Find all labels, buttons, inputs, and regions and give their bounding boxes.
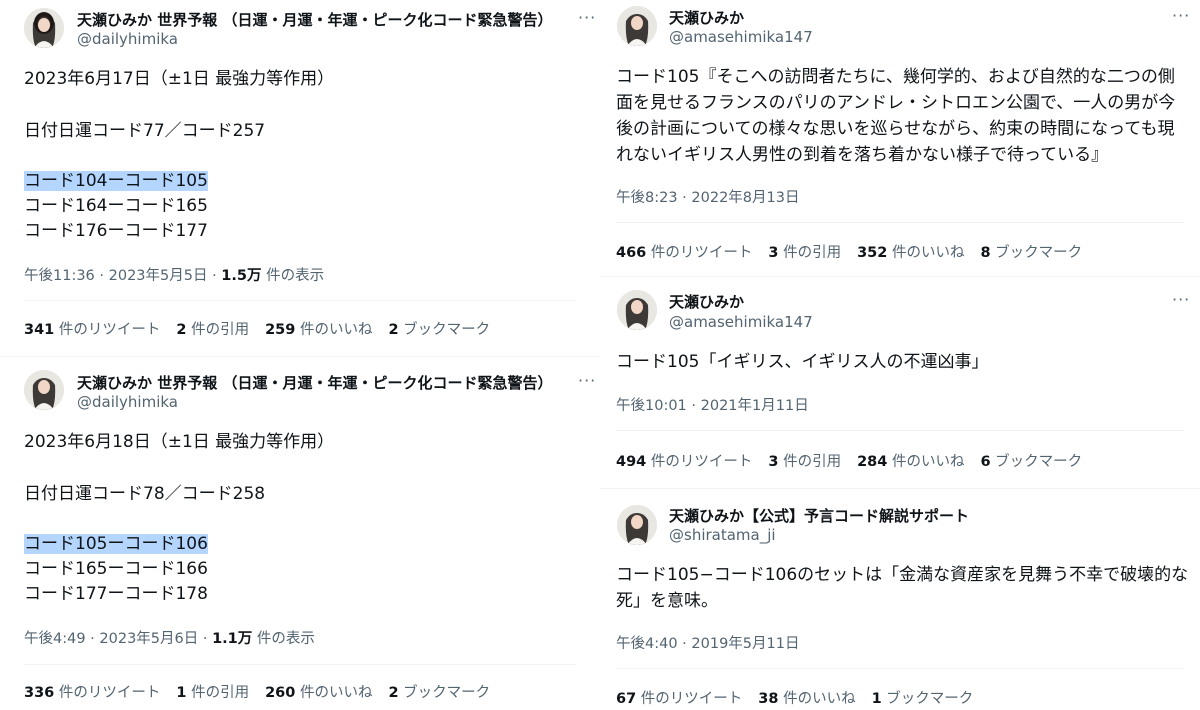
bookmarks-stat[interactable]: 6 ブックマーク xyxy=(980,454,1082,470)
bookmarks-stat[interactable]: 2 ブックマーク xyxy=(388,685,490,701)
tweet-text-line: コード105「イギリス、イギリス人の不運凶事」 xyxy=(616,352,989,372)
display-name[interactable]: 天瀬ひみか 世界予報 （日運・月運・年運・ピーク化コード緊急警告） xyxy=(77,9,552,30)
retweets-stat[interactable]: 466 件のリツイート xyxy=(616,245,752,261)
likes-stat[interactable]: 260 件のいいね xyxy=(265,685,372,701)
tweet-text-line: コード105ーコード106 xyxy=(24,531,208,557)
views-count: 1.1万 xyxy=(212,631,253,647)
engagement-stats: 341 件のリツイート 2 件の引用 259 件のいいね 2 ブックマーク xyxy=(24,318,506,339)
likes-stat[interactable]: 284 件のいいね xyxy=(857,454,964,470)
tweet-text-line: コード105『そこへの訪問者たちに、幾何学的、および自然的な二つの側 xyxy=(616,67,1175,87)
avatar[interactable] xyxy=(24,8,64,48)
views-label: 件の表示 xyxy=(261,268,325,284)
user-handle[interactable]: @amasehimika147 xyxy=(669,313,813,331)
user-handle[interactable]: @dailyhimika xyxy=(77,30,178,48)
display-name[interactable]: 天瀬ひみか【公式】予言コード解説サポート xyxy=(669,505,969,526)
divider xyxy=(24,300,576,301)
tweet-text-line: コード177ーコード178 xyxy=(24,584,208,604)
likes-stat[interactable]: 38 件のいいね xyxy=(758,691,855,707)
timestamp-text[interactable]: 午後4:40 · 2019年5月11日 xyxy=(616,636,799,652)
avatar[interactable] xyxy=(617,505,657,545)
views-count: 1.5万 xyxy=(221,268,262,284)
divider xyxy=(24,664,576,665)
tweet-separator xyxy=(600,276,1200,277)
bookmarks-stat[interactable]: 1 ブックマーク xyxy=(872,691,974,707)
bookmarks-stat[interactable]: 2 ブックマーク xyxy=(388,322,490,338)
avatar-portrait-icon xyxy=(617,290,657,330)
tweet-text-line: 面を見せるフランスのパリのアンドレ・シトロエン公園で、一人の男が今 xyxy=(616,93,1176,113)
display-name[interactable]: 天瀬ひみか xyxy=(669,7,744,28)
avatar[interactable] xyxy=(617,6,657,46)
tweet-text-line: コード104ーコード105 xyxy=(24,168,208,194)
quotes-stat[interactable]: 1 件の引用 xyxy=(176,685,249,701)
tweet-text-line: 後の計画についての様々な思いを巡らせながら、約束の時間になっても現 xyxy=(616,119,1175,139)
tweet-3[interactable]: 天瀬ひみか @amasehimika147 ··· コード105『そこへの訪問者… xyxy=(600,0,1200,272)
divider xyxy=(616,668,1184,669)
tweet-text-line: れないイギリス人男性の到着を落ち着かない様子で待っている』 xyxy=(616,145,1109,165)
tweet-timestamp[interactable]: 午後4:49 · 2023年5月6日 · 1.1万 件の表示 xyxy=(24,627,315,648)
timestamp-text[interactable]: 午後4:49 · 2023年5月6日 · xyxy=(24,631,212,647)
tweet-timestamp[interactable]: 午後10:01 · 2021年1月11日 xyxy=(616,394,809,415)
divider xyxy=(616,430,1184,431)
bookmarks-stat[interactable]: 8 ブックマーク xyxy=(980,245,1082,261)
tweet-text-line: 2023年6月17日（±1日 最強力等作用） xyxy=(24,69,335,89)
tweet-timestamp[interactable]: 午後11:36 · 2023年5月5日 · 1.5万 件の表示 xyxy=(24,264,324,285)
tweet-text-line: 日付日運コード78／コード258 xyxy=(24,484,266,504)
quotes-stat[interactable]: 2 件の引用 xyxy=(176,322,249,338)
likes-stat[interactable]: 352 件のいいね xyxy=(857,245,964,261)
tweet-text-line: コード105−コード106のセットは「金満な資産家を見舞う不幸で破壊的な xyxy=(616,565,1189,585)
user-handle[interactable]: @dailyhimika xyxy=(77,393,178,411)
tweet-text-line: コード176ーコード177 xyxy=(24,221,208,241)
display-name[interactable]: 天瀬ひみか 世界予報 （日運・月運・年運・ピーク化コード緊急警告） xyxy=(77,372,552,393)
views-label: 件の表示 xyxy=(252,631,315,647)
display-name[interactable]: 天瀬ひみか xyxy=(669,291,744,312)
engagement-stats: 336 件のリツイート 1 件の引用 260 件のいいね 2 ブックマーク xyxy=(24,681,506,702)
tweet-text-line: コード165ーコード166 xyxy=(24,559,208,579)
more-options-icon[interactable]: ··· xyxy=(578,371,596,390)
more-options-icon[interactable]: ··· xyxy=(578,8,596,27)
engagement-stats: 67 件のリツイート 38 件のいいね 1 ブックマーク xyxy=(616,687,989,708)
quotes-stat[interactable]: 3 件の引用 xyxy=(768,245,841,261)
likes-stat[interactable]: 259 件のいいね xyxy=(265,322,372,338)
user-handle[interactable]: @shiratama_ji xyxy=(669,526,776,544)
tweet-text-line: 2023年6月18日（±1日 最強力等作用） xyxy=(24,432,335,452)
timestamp-text[interactable]: 午後10:01 · 2021年1月11日 xyxy=(616,398,809,414)
avatar[interactable] xyxy=(24,370,64,410)
divider xyxy=(616,222,1184,223)
user-handle[interactable]: @amasehimika147 xyxy=(669,28,813,46)
retweets-stat[interactable]: 494 件のリツイート xyxy=(616,454,752,470)
avatar-portrait-icon xyxy=(24,370,64,410)
tweet-timestamp[interactable]: 午後4:40 · 2019年5月11日 xyxy=(616,632,799,653)
avatar-portrait-icon xyxy=(617,505,657,545)
engagement-stats: 466 件のリツイート 3 件の引用 352 件のいいね 8 ブックマーク xyxy=(616,241,1098,262)
timestamp-text[interactable]: 午後8:23 · 2022年8月13日 xyxy=(616,190,799,206)
retweets-stat[interactable]: 341 件のリツイート xyxy=(24,322,160,338)
tweet-text-line: 死」を意味。 xyxy=(616,591,718,611)
tweet-5[interactable]: 天瀬ひみか【公式】予言コード解説サポート @shiratama_ji コード10… xyxy=(600,496,1200,710)
highlighted-text: コード105ーコード106 xyxy=(24,534,208,554)
avatar-portrait-icon xyxy=(24,8,64,48)
tweet-separator xyxy=(0,356,600,357)
tweet-1[interactable]: 天瀬ひみか 世界予報 （日運・月運・年運・ピーク化コード緊急警告） @daily… xyxy=(0,0,600,355)
retweets-stat[interactable]: 336 件のリツイート xyxy=(24,685,160,701)
tweet-2[interactable]: 天瀬ひみか 世界予報 （日運・月運・年運・ピーク化コード緊急警告） @daily… xyxy=(0,362,600,710)
tweet-timestamp[interactable]: 午後8:23 · 2022年8月13日 xyxy=(616,186,799,207)
retweets-stat[interactable]: 67 件のリツイート xyxy=(616,691,742,707)
timestamp-text[interactable]: 午後11:36 · 2023年5月5日 · xyxy=(24,268,221,284)
tweet-4[interactable]: 天瀬ひみか @amasehimika147 ··· コード105「イギリス、イギ… xyxy=(600,282,1200,482)
quotes-stat[interactable]: 3 件の引用 xyxy=(768,454,841,470)
more-options-icon[interactable]: ··· xyxy=(1172,6,1190,25)
avatar-portrait-icon xyxy=(617,6,657,46)
engagement-stats: 494 件のリツイート 3 件の引用 284 件のいいね 6 ブックマーク xyxy=(616,450,1098,471)
tweet-separator xyxy=(600,488,1200,489)
highlighted-text: コード104ーコード105 xyxy=(24,171,208,191)
tweet-text-line: コード164ーコード165 xyxy=(24,196,208,216)
tweet-text-line: 日付日運コード77／コード257 xyxy=(24,121,266,141)
more-options-icon[interactable]: ··· xyxy=(1172,290,1190,309)
avatar[interactable] xyxy=(617,290,657,330)
